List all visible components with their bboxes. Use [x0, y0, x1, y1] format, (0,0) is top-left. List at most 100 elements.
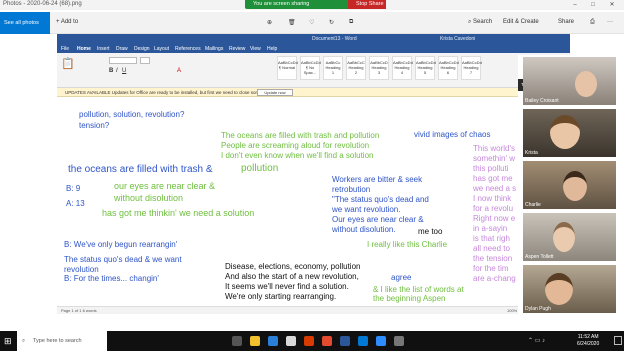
edit-create-button[interactable]: Edit & Create — [503, 19, 539, 25]
annotation-text: B: For the times... changin' — [64, 274, 159, 283]
annotation-text: A: 13 — [66, 199, 85, 208]
tab-design[interactable]: Design — [134, 46, 150, 52]
chrome-icon[interactable] — [322, 336, 332, 346]
tab-file[interactable]: File — [61, 46, 69, 52]
search-placeholder: Type here to search — [33, 338, 82, 344]
style-heading-5[interactable]: AaBbCcDd Heading 5 — [415, 56, 436, 80]
paste-icon[interactable]: 📋 — [61, 57, 75, 70]
update-now-button[interactable]: Update now — [257, 89, 293, 96]
annotation-text: "The status quo's dead and — [332, 195, 429, 204]
photos-toolbar: See all photos + Add to ⊕ 🗑 ♡ ↻ ⧉ ⌕ Sear… — [0, 12, 624, 34]
stop-share-button[interactable]: Stop Share — [348, 0, 386, 9]
word-icon[interactable] — [340, 336, 350, 346]
annotation-line: are a-chang — [473, 274, 516, 283]
annotation-text: Our eyes are near clear & — [332, 215, 424, 224]
zoom-in-icon[interactable]: ⊕ — [267, 19, 272, 26]
font-color-icon[interactable]: A — [177, 68, 181, 74]
word-title-bar: Document13 - Word Krista Cavedoni — [57, 34, 570, 44]
participant-video[interactable]: Bailey Croisant — [523, 57, 616, 105]
store-icon[interactable] — [286, 336, 296, 346]
see-all-photos-button[interactable]: See all photos — [0, 12, 50, 34]
tab-view[interactable]: View — [250, 46, 261, 52]
style-heading-1[interactable]: AaBbCc Heading 1 — [323, 56, 343, 80]
participant-video[interactable]: Aspen Tollett — [523, 213, 616, 261]
purple-annotation-column: This world's somethin' w this polluti ha… — [473, 144, 516, 284]
tab-review[interactable]: Review — [229, 46, 245, 52]
style-heading-6[interactable]: AaBbCcDd Heading 6 — [438, 56, 459, 80]
annotation-line: somethin' w — [473, 154, 515, 163]
annotation-text: pollution, solution, revolution? — [79, 110, 185, 119]
font-size-select[interactable] — [140, 57, 150, 64]
delete-icon[interactable]: 🗑 — [288, 19, 296, 26]
style-label: ¶ No Spac... — [303, 65, 317, 75]
word-count: Page 1 of 1 6 words — [61, 308, 97, 313]
add-to-button[interactable]: + Add to — [56, 19, 78, 25]
annotation-line: Right now e — [473, 214, 516, 223]
tab-references[interactable]: References — [175, 46, 201, 52]
style-label: ¶ Normal — [278, 65, 296, 70]
annotation-line: we need a s — [473, 184, 517, 193]
zoom-icon[interactable] — [376, 336, 386, 346]
annotation-text: without disolution — [114, 193, 184, 203]
file-explorer-icon[interactable] — [250, 336, 260, 346]
annotation-text: I don't even know when we'll find a solu… — [221, 151, 374, 160]
task-view-icon[interactable] — [232, 336, 242, 346]
italic-button[interactable]: I — [116, 68, 118, 74]
style-label: Heading 2 — [348, 65, 364, 75]
tray-icons[interactable]: ⌃ ▭ ♪ — [528, 337, 545, 344]
style-no-spacing[interactable]: AaBbCcDd ¶ No Spac... — [300, 56, 321, 80]
share-button[interactable]: Share — [558, 19, 574, 25]
tab-layout[interactable]: Layout — [154, 46, 169, 52]
favorite-icon[interactable]: ♡ — [309, 19, 314, 26]
document-title: Document13 - Word — [312, 36, 357, 42]
office-icon[interactable] — [304, 336, 314, 346]
style-normal[interactable]: AaBbCcDd ¶ Normal — [277, 56, 298, 80]
screen-share-status: You are screen sharing — [253, 1, 310, 7]
notification-icon[interactable] — [614, 336, 622, 345]
rotate-icon[interactable]: ↻ — [329, 19, 334, 26]
annotation-line: for a revolu — [473, 204, 514, 213]
maximize-icon[interactable]: □ — [586, 0, 600, 10]
bold-button[interactable]: B — [109, 68, 113, 74]
taskbar-search-input[interactable]: ⌕ Type here to search — [17, 331, 107, 351]
style-heading-4[interactable]: AaBbCcDd Heading 4 — [392, 56, 413, 80]
tab-insert[interactable]: Insert — [97, 46, 110, 52]
tab-home[interactable]: Home — [77, 46, 91, 52]
search-icon: ⌕ — [22, 338, 26, 344]
more-options-icon[interactable]: ··· — [607, 19, 613, 25]
print-icon[interactable]: ⎙ — [590, 19, 595, 26]
underline-button[interactable]: U — [122, 68, 126, 74]
annotation-line: all need to — [473, 244, 510, 253]
participant-name: Bailey Croisant — [525, 98, 559, 104]
crop-icon[interactable]: ⧉ — [349, 19, 353, 26]
annotation-line: in a-sayin — [473, 224, 508, 233]
style-heading-3[interactable]: AaBbCcD Heading 3 — [369, 56, 389, 80]
windows-start-icon[interactable]: ⊞ — [4, 336, 12, 347]
annotation-line: This world's — [473, 144, 515, 153]
annotation-text: without disolution. — [332, 225, 396, 234]
mail-icon[interactable] — [358, 336, 368, 346]
tab-help[interactable]: Help — [267, 46, 277, 52]
style-heading-2[interactable]: AaBbCcC Heading 2 — [346, 56, 366, 80]
font-name-select[interactable] — [109, 57, 137, 64]
annotation-line: this polluti — [473, 164, 509, 173]
participant-video[interactable]: Charlie — [523, 161, 616, 209]
search-button[interactable]: ⌕ Search — [468, 19, 492, 26]
annotation-text: we want revolution. — [332, 205, 401, 214]
annotation-text: pollution — [241, 163, 279, 174]
annotation-text: our eyes are near clear & — [114, 181, 216, 191]
annotation-text: I really like this Charlie — [367, 240, 448, 249]
annotation-line: is that righ — [473, 234, 510, 243]
participant-video[interactable]: Dylan Pugh — [523, 265, 616, 313]
participant-video[interactable]: Krista — [523, 109, 616, 157]
update-message: UPDATES AVAILABLE Updates for Office are… — [65, 89, 275, 95]
style-heading-7[interactable]: AaBbCcDd Heading 7 — [461, 56, 482, 80]
photos-icon[interactable] — [394, 336, 404, 346]
minimize-icon[interactable]: – — [568, 0, 582, 10]
edge-icon[interactable] — [268, 336, 278, 346]
tab-mailings[interactable]: Mailings — [205, 46, 223, 52]
close-icon[interactable]: ✕ — [605, 0, 619, 10]
participant-name: Krista — [525, 150, 538, 156]
clock[interactable]: 11:52 AM 6/24/2020 — [577, 334, 599, 347]
tab-draw[interactable]: Draw — [116, 46, 128, 52]
